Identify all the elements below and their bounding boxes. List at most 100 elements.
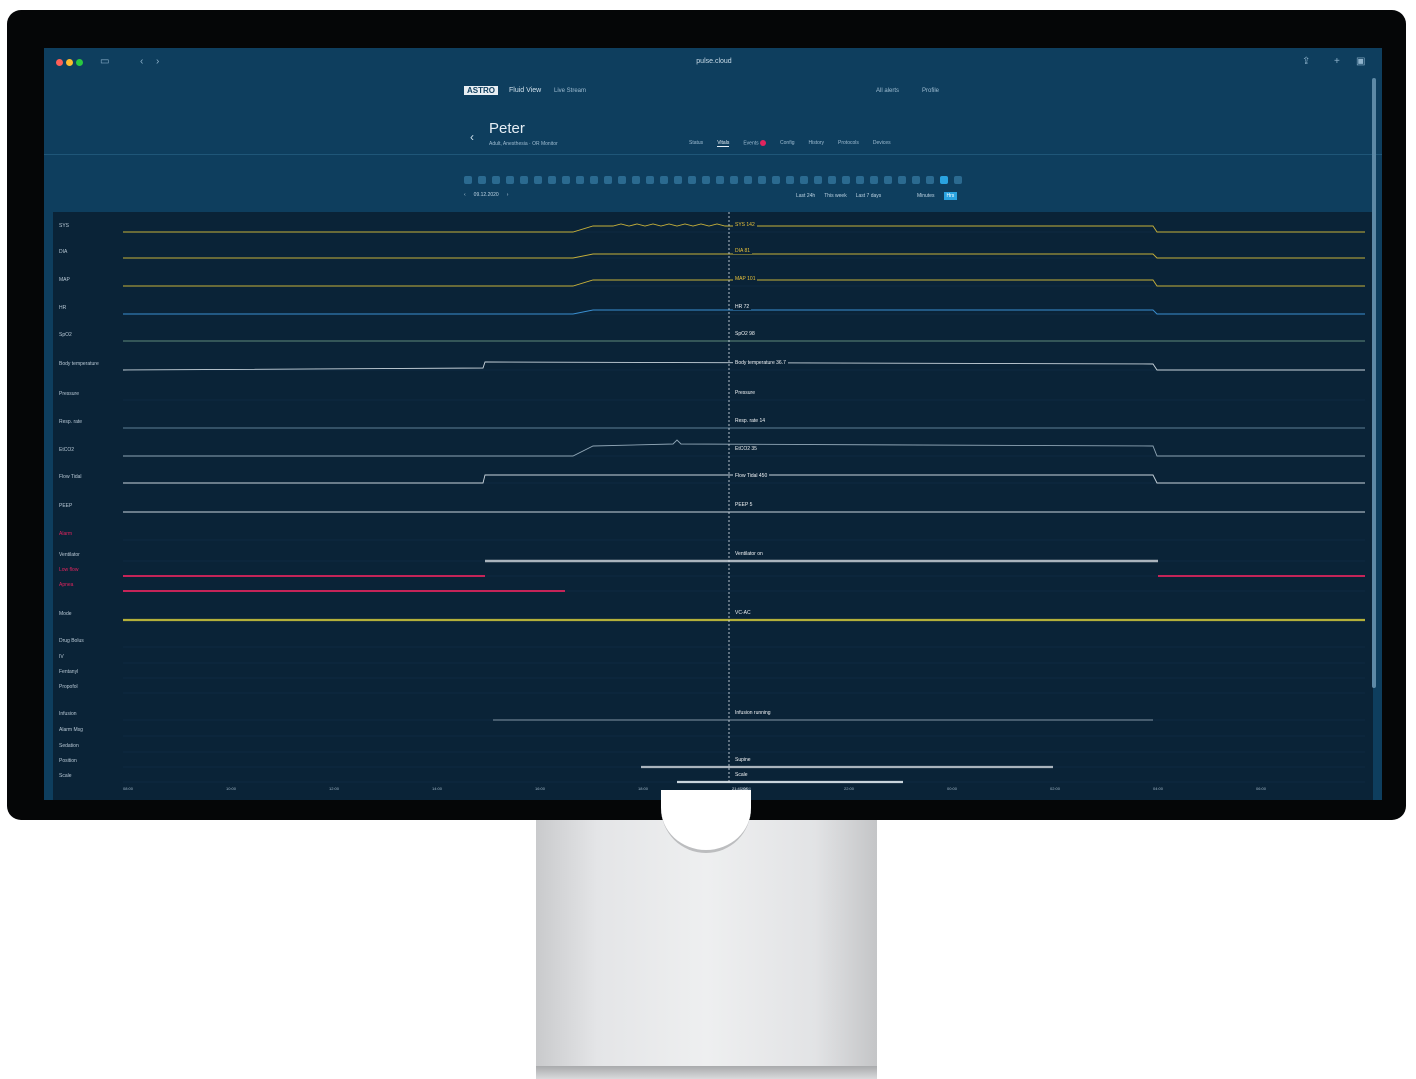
brand-logo[interactable]: ASTRO (464, 86, 498, 95)
timeline-control-button[interactable] (604, 176, 612, 184)
back-chevron-icon[interactable]: ‹ (470, 130, 474, 144)
row-label: MAP (59, 277, 70, 283)
row-label: Propofol (59, 684, 78, 690)
prev-day-icon[interactable]: ‹ (464, 192, 466, 198)
timeline-control-button[interactable] (898, 176, 906, 184)
cursor-readout: Pressure (733, 390, 758, 396)
timeline-control-button[interactable] (828, 176, 836, 184)
timeline-control-button[interactable] (786, 176, 794, 184)
profile-link[interactable]: Profile (922, 88, 939, 94)
cursor-readout: MAP 101 (733, 276, 758, 282)
tab-history[interactable]: History (808, 140, 824, 147)
range-this-week[interactable]: This week (824, 193, 847, 199)
tab-events[interactable]: Events (743, 140, 767, 147)
cursor-readout: Flow Tidal 450 (733, 473, 770, 479)
row-label: Infusion (59, 711, 77, 717)
timeline-control-button[interactable] (940, 176, 948, 184)
view-tabs: Status Vitals Events Config History Prot… (689, 140, 891, 147)
trace-hr (123, 309, 1365, 315)
new-tab-icon[interactable]: + (1334, 56, 1340, 67)
timeline-control-button[interactable] (562, 176, 570, 184)
timeline-control-button[interactable] (702, 176, 710, 184)
row-label: Alarm (59, 531, 73, 537)
row-label: Flow Tidal (59, 474, 82, 480)
row-label: Apnea (59, 582, 74, 588)
date-field[interactable]: 09.12.2020 (474, 192, 499, 198)
timeline-control-button[interactable] (660, 176, 668, 184)
cursor-readout: PEEP 5 (733, 502, 755, 508)
range-last-7-days[interactable]: Last 7 days (856, 193, 882, 199)
timeline-control-button[interactable] (618, 176, 626, 184)
timeline-control-button[interactable] (534, 176, 542, 184)
timeline-control-button[interactable] (576, 176, 584, 184)
zoom-hours-button[interactable]: Hrs (943, 192, 958, 200)
monitor-stand (536, 815, 877, 1079)
timeline-control-button[interactable] (800, 176, 808, 184)
timeline-control-button[interactable] (520, 176, 528, 184)
x-tick-label: 12:00 (329, 786, 340, 791)
timeline-control-button[interactable] (674, 176, 682, 184)
row-label: Position (59, 758, 77, 764)
patient-meta: Adult, Anesthesia · OR Monitor (489, 141, 558, 147)
sidebar-icon[interactable]: ▭ (100, 56, 109, 67)
timeline-control-button[interactable] (856, 176, 864, 184)
forward-icon[interactable]: › (156, 56, 159, 67)
timeline-control-button[interactable] (716, 176, 724, 184)
next-day-icon[interactable]: › (507, 192, 509, 198)
address-bar[interactable]: pulse.cloud (684, 58, 744, 65)
timeline-control-button[interactable] (548, 176, 556, 184)
zoom-minutes-button[interactable]: Minutes (914, 192, 938, 200)
tab-vitals[interactable]: Vitals (717, 140, 730, 147)
timeline-controls (464, 176, 962, 184)
timeline-control-button[interactable] (954, 176, 962, 184)
close-window-button[interactable] (56, 59, 63, 66)
row-label: Low flow (59, 567, 79, 573)
tab-status[interactable]: Status (689, 140, 703, 147)
cursor-readout: EtCO2 35 (733, 446, 759, 452)
range-buttons: Last 24h This week Last 7 days (796, 193, 881, 199)
zoom-window-button[interactable] (76, 59, 83, 66)
timeline-control-button[interactable] (632, 176, 640, 184)
x-tick-label: 18:00 (638, 786, 649, 791)
all-alerts-link[interactable]: All alerts (876, 88, 899, 94)
tabs-icon[interactable]: ▣ (1356, 56, 1365, 67)
timeline-control-button[interactable] (926, 176, 934, 184)
cursor-readout: Ventilator on (733, 551, 765, 557)
row-label: Alarm Msg (59, 727, 83, 733)
share-icon[interactable]: ⇪ (1302, 56, 1310, 67)
timeline-control-button[interactable] (590, 176, 598, 184)
tab-devices[interactable]: Devices (873, 140, 891, 147)
timeline-control-button[interactable] (912, 176, 920, 184)
vertical-scrollbar[interactable] (1372, 78, 1376, 688)
live-stream-indicator[interactable]: Live Stream (554, 88, 586, 94)
timeline-control-button[interactable] (730, 176, 738, 184)
tab-config[interactable]: Config (780, 140, 794, 147)
date-navigator: ‹ 09.12.2020 › (464, 192, 508, 198)
minimize-window-button[interactable] (66, 59, 73, 66)
timeline-control-button[interactable] (506, 176, 514, 184)
vitals-timeline-chart[interactable]: SYS SYS 142 DIA DIA 81 MAP MAP 101 HR HR 72 SpO2… (53, 212, 1373, 800)
timeline-control-button[interactable] (744, 176, 752, 184)
row-label: SYS (59, 223, 70, 229)
trace-dia (123, 253, 1365, 259)
cursor-readout: Infusion running (733, 710, 773, 716)
tab-protocols[interactable]: Protocols (838, 140, 859, 147)
row-label: PEEP (59, 503, 73, 509)
range-last-24h[interactable]: Last 24h (796, 193, 815, 199)
cursor-readout: Supine (733, 757, 753, 763)
row-label: Mode (59, 611, 72, 617)
timeline-control-button[interactable] (688, 176, 696, 184)
row-label: Drug Bolus (59, 638, 84, 644)
timeline-control-button[interactable] (492, 176, 500, 184)
timeline-control-button[interactable] (758, 176, 766, 184)
timeline-control-button[interactable] (646, 176, 654, 184)
back-icon[interactable]: ‹ (140, 56, 143, 67)
timeline-control-button[interactable] (814, 176, 822, 184)
x-tick-label: 22:00 (844, 786, 855, 791)
timeline-control-button[interactable] (884, 176, 892, 184)
timeline-control-button[interactable] (870, 176, 878, 184)
timeline-control-button[interactable] (772, 176, 780, 184)
timeline-control-button[interactable] (464, 176, 472, 184)
timeline-control-button[interactable] (842, 176, 850, 184)
timeline-control-button[interactable] (478, 176, 486, 184)
